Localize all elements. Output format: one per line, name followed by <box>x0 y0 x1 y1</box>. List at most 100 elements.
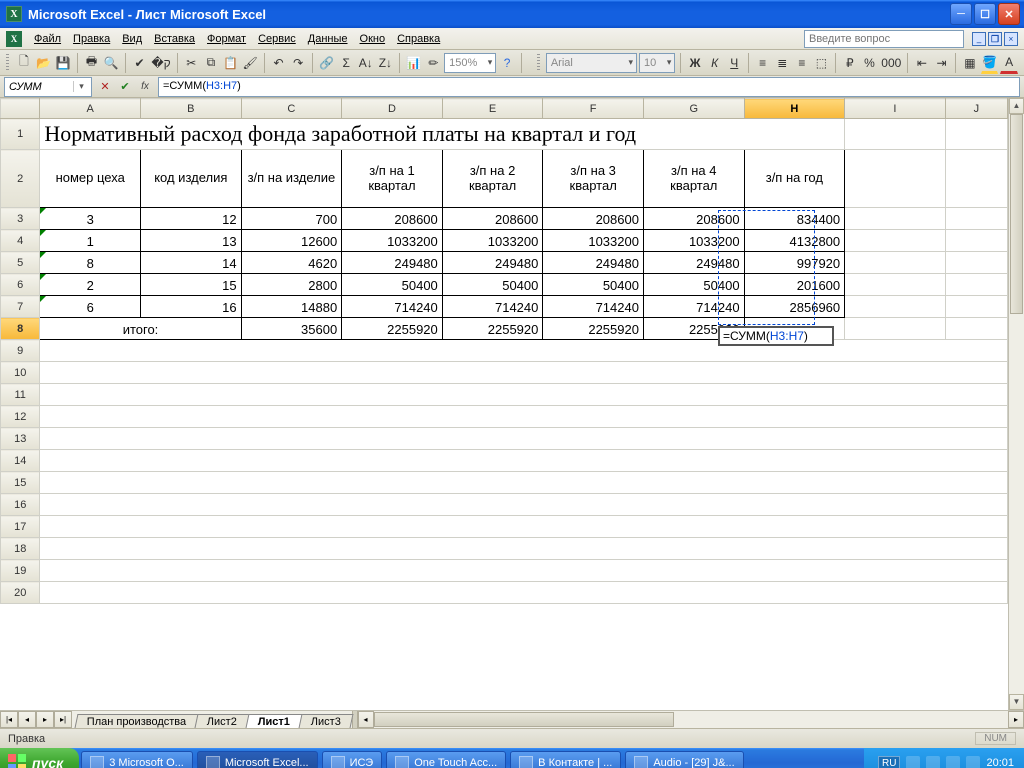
menu-format[interactable]: Формат <box>201 31 252 47</box>
menu-edit[interactable]: Правка <box>67 31 116 47</box>
window-close-button[interactable]: ✕ <box>998 3 1020 25</box>
fontsize-combo[interactable]: 10 <box>639 53 675 73</box>
ask-question-input[interactable] <box>804 30 964 48</box>
start-button[interactable]: пуск <box>0 748 79 768</box>
formula-input[interactable]: =СУММ(H3:H7) <box>158 77 1020 97</box>
italic-icon[interactable]: К <box>706 52 724 74</box>
hyperlink-icon[interactable]: 🔗 <box>318 52 336 74</box>
open-icon[interactable]: 📂 <box>35 52 53 74</box>
taskbar-btn-audio[interactable]: Audio - [29] J&... <box>625 751 743 768</box>
active-cell-editor[interactable]: =СУММ(H3:H7) <box>718 326 834 346</box>
col-J[interactable]: J <box>945 99 1007 119</box>
col-E[interactable]: E <box>442 99 543 119</box>
tab-last[interactable]: ▸| <box>54 711 72 728</box>
taskbar-btn-folder[interactable]: ИСЭ <box>322 751 383 768</box>
col-H[interactable]: H <box>744 99 845 119</box>
autosum-icon[interactable]: Σ <box>337 52 355 74</box>
tray-icon-3[interactable] <box>946 756 960 768</box>
format-painter-icon[interactable]: 🖌 <box>241 52 259 74</box>
row-4[interactable]: 4 <box>1 230 40 252</box>
col-C[interactable]: C <box>241 99 342 119</box>
row-8[interactable]: 8 <box>1 318 40 340</box>
language-indicator[interactable]: RU <box>878 756 900 768</box>
toolbar2-grip[interactable] <box>537 54 540 72</box>
tray-icon-1[interactable] <box>906 756 920 768</box>
tray-icon-2[interactable] <box>926 756 940 768</box>
menu-insert[interactable]: Вставка <box>148 31 201 47</box>
sheet-tab-plan[interactable]: План производства <box>75 714 199 728</box>
align-right-icon[interactable]: ≡ <box>793 52 811 74</box>
mdi-minimize[interactable]: _ <box>972 32 986 46</box>
toolbar-grip[interactable] <box>6 54 9 72</box>
bold-icon[interactable]: Ж <box>686 52 704 74</box>
cut-icon[interactable]: ✂ <box>183 52 201 74</box>
col-A[interactable]: A <box>40 99 141 119</box>
sheet-tab-list2[interactable]: Лист2 <box>195 714 250 728</box>
currency-icon[interactable]: ₽ <box>841 52 859 74</box>
fill-color-icon[interactable]: 🪣 <box>981 52 999 74</box>
row-7[interactable]: 7 <box>1 296 40 318</box>
formula-enter-button[interactable]: ✔ <box>116 78 134 96</box>
scroll-left-button[interactable]: ◂ <box>358 711 374 728</box>
horizontal-scrollbar[interactable]: ◂ ▸ <box>358 711 1024 728</box>
row-3[interactable]: 3 <box>1 208 40 230</box>
underline-icon[interactable]: Ч <box>725 52 743 74</box>
align-center-icon[interactable]: ≣ <box>773 52 791 74</box>
decrease-indent-icon[interactable]: ⇤ <box>913 52 931 74</box>
copy-icon[interactable]: ⧉ <box>202 52 220 74</box>
col-B[interactable]: B <box>141 99 242 119</box>
new-icon[interactable]: 🗋 <box>15 52 33 74</box>
taskbar-btn-word[interactable]: 3 Microsoft O... <box>81 751 193 768</box>
print-preview-icon[interactable]: 🔍 <box>102 52 120 74</box>
tray-icon-4[interactable] <box>966 756 980 768</box>
col-D[interactable]: D <box>342 99 443 119</box>
undo-icon[interactable]: ↶ <box>270 52 288 74</box>
menu-file[interactable]: Файл <box>28 31 67 47</box>
hscroll-thumb[interactable] <box>374 712 674 727</box>
help-icon[interactable]: ? <box>498 52 516 74</box>
vertical-scrollbar[interactable]: ▲ ▼ <box>1008 98 1024 710</box>
drawing-icon[interactable]: ✏ <box>425 52 443 74</box>
name-box-input[interactable] <box>5 81 73 93</box>
title-cell[interactable]: Нормативный расход фонда заработной плат… <box>40 119 845 150</box>
menu-window[interactable]: Окно <box>354 31 392 47</box>
mdi-close[interactable]: × <box>1004 32 1018 46</box>
row-6[interactable]: 6 <box>1 274 40 296</box>
save-icon[interactable]: 💾 <box>54 52 72 74</box>
merge-center-icon[interactable]: ⬚ <box>813 52 831 74</box>
print-icon[interactable]: 🖶 <box>83 52 101 74</box>
row-5[interactable]: 5 <box>1 252 40 274</box>
sort-desc-icon[interactable]: Z↓ <box>377 52 395 74</box>
comma-icon[interactable]: 000 <box>880 52 902 74</box>
tab-next[interactable]: ▸ <box>36 711 54 728</box>
select-all-corner[interactable] <box>1 99 40 119</box>
redo-icon[interactable]: ↷ <box>289 52 307 74</box>
window-minimize-button[interactable]: ─ <box>950 3 972 25</box>
col-F[interactable]: F <box>543 99 644 119</box>
row-1[interactable]: 1 <box>1 119 40 150</box>
name-box-dropdown[interactable]: ▾ <box>73 81 89 92</box>
zoom-combo[interactable]: 150% <box>444 53 496 73</box>
menu-view[interactable]: Вид <box>116 31 148 47</box>
scroll-down-button[interactable]: ▼ <box>1009 694 1024 710</box>
font-color-icon[interactable]: A <box>1000 52 1018 74</box>
vscroll-thumb[interactable] <box>1010 114 1023 314</box>
sheet-tab-list3[interactable]: Лист3 <box>299 714 354 728</box>
name-box[interactable]: ▾ <box>4 77 92 97</box>
borders-icon[interactable]: ▦ <box>961 52 979 74</box>
grid[interactable]: A B C D E F G H I J 1 Нормативный расход… <box>0 98 1008 710</box>
sheet-tab-list1[interactable]: Лист1 <box>246 714 303 728</box>
scroll-right-button[interactable]: ▸ <box>1008 711 1024 728</box>
chart-icon[interactable]: 📊 <box>405 52 423 74</box>
menu-data[interactable]: Данные <box>302 31 354 47</box>
research-icon[interactable]: �ק <box>150 52 171 74</box>
tab-first[interactable]: |◂ <box>0 711 18 728</box>
sort-asc-icon[interactable]: A↓ <box>357 52 375 74</box>
increase-indent-icon[interactable]: ⇥ <box>933 52 951 74</box>
taskbar-btn-excel[interactable]: Microsoft Excel... <box>197 751 318 768</box>
taskbar-btn-onetouch[interactable]: One Touch Acc... <box>386 751 506 768</box>
insert-function-button[interactable]: fx <box>136 78 154 96</box>
align-left-icon[interactable]: ≡ <box>754 52 772 74</box>
taskbar-clock[interactable]: 20:01 <box>986 757 1014 768</box>
taskbar-btn-vk[interactable]: В Контакте | ... <box>510 751 621 768</box>
